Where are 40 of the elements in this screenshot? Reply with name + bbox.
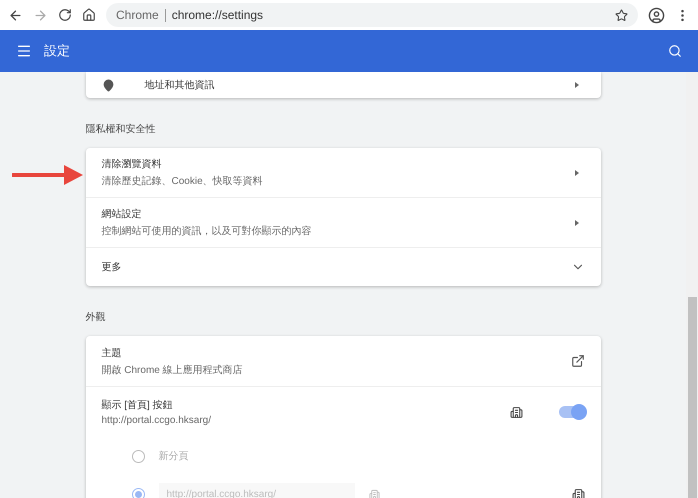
home-icon[interactable] [82, 8, 96, 22]
row-title: 清除瀏覽資料 [102, 158, 162, 171]
radio-button[interactable] [132, 450, 144, 462]
settings-row[interactable]: 網站設定 控制網站可使用的資訊，以及可對你顯示的內容 [86, 197, 600, 247]
settings-row[interactable]: 主題 開啟 Chrome 線上應用程式商店 [86, 336, 600, 386]
section-title: 隱私權和安全性 [86, 122, 156, 137]
reload-icon[interactable] [58, 8, 72, 22]
pointer-arrow [12, 163, 84, 187]
row-subtitle: http://portal.ccgo.hksarg/ [102, 415, 212, 426]
row-title: 顯示 [首頁] 按鈕 [102, 398, 174, 412]
row-title: 網站設定 [102, 208, 142, 221]
site-label: Chrome [116, 8, 159, 22]
row-subtitle: 控制網站可使用的資訊，以及可對你顯示的內容 [102, 224, 312, 238]
settings-row[interactable]: 更多 [86, 247, 600, 286]
arrow-right-icon [574, 170, 578, 176]
settings-row[interactable]: 清除瀏覽資料 清除歷史記錄、Cookie、快取等資料 [86, 148, 600, 197]
map-pin-icon [102, 78, 114, 92]
address-bar[interactable]: Chrome chrome://settings [106, 3, 638, 27]
building-icon [572, 488, 584, 498]
section-title: 外觀 [86, 310, 106, 325]
settings-row[interactable]: 地址和其他資訊 [86, 72, 600, 98]
header-title: 設定 [44, 42, 71, 60]
arrow-right-icon [574, 220, 578, 226]
radio-button[interactable] [132, 488, 144, 498]
menu-icon[interactable] [16, 43, 32, 59]
search-icon[interactable] [668, 44, 682, 58]
url-text: chrome://settings [172, 8, 264, 22]
row-title: 更多 [102, 261, 122, 274]
option-label: 新分頁 [158, 450, 188, 463]
row-title: 地址和其他資訊 [144, 78, 216, 92]
arrow-right-icon [574, 82, 578, 88]
toggle-switch[interactable] [558, 406, 584, 418]
external-link-icon[interactable] [570, 354, 584, 368]
building-icon [368, 488, 380, 498]
row-title: 主題 [102, 346, 122, 360]
row-subtitle: 開啟 Chrome 線上應用程式商店 [102, 364, 244, 376]
row-subtitle: 清除歷史記錄、Cookie、快取等資料 [102, 174, 264, 188]
profile-icon[interactable] [648, 6, 665, 24]
back-icon[interactable] [8, 8, 23, 22]
star-icon[interactable] [615, 8, 628, 22]
